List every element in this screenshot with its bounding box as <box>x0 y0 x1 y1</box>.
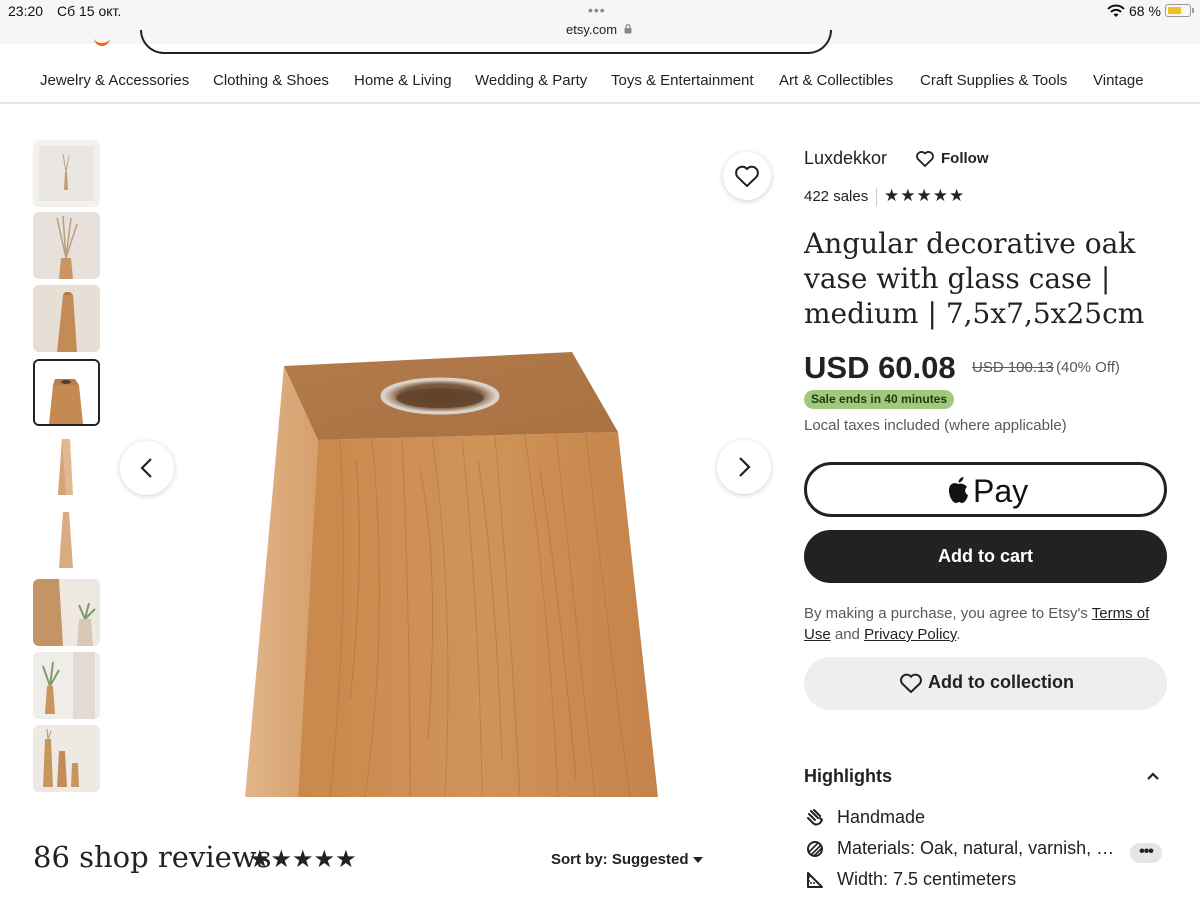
thumbnail-4-selected[interactable] <box>33 359 100 426</box>
shop-reviews-heading: 86 shop reviews <box>33 840 272 874</box>
heart-icon <box>735 165 759 187</box>
apple-logo-icon <box>949 477 968 503</box>
legal-and: and <box>834 626 860 643</box>
chevron-left-icon <box>140 458 152 478</box>
sale-price: USD 60.08 <box>804 350 956 385</box>
divider <box>876 188 877 206</box>
follow-label: Follow <box>941 150 989 167</box>
battery-tip <box>1192 8 1194 13</box>
category-home[interactable]: Home & Living <box>354 72 452 89</box>
chevron-up-icon[interactable] <box>1145 770 1161 782</box>
hand-icon <box>807 809 824 826</box>
apple-pay-button[interactable]: Pay <box>804 462 1167 517</box>
favorite-button[interactable] <box>723 152 771 200</box>
previous-image-button[interactable] <box>120 441 174 495</box>
taxes-note: Local taxes included (where applicable) <box>804 417 1067 434</box>
shop-name-link[interactable]: Luxdekkor <box>804 148 887 169</box>
wifi-icon <box>1107 4 1125 17</box>
category-art[interactable]: Art & Collectibles <box>779 72 893 89</box>
apple-pay-label: Pay <box>973 473 1029 509</box>
category-vintage[interactable]: Vintage <box>1093 72 1144 89</box>
etsy-logo-remnant[interactable] <box>94 34 110 46</box>
thumbnail-1[interactable] <box>33 140 100 207</box>
main-product-image[interactable] <box>110 140 790 800</box>
thumbnail-image <box>33 579 100 646</box>
highlight-width: Width: 7.5 centimeters <box>804 869 1174 893</box>
chevron-right-icon <box>739 457 751 477</box>
privacy-policy-link[interactable]: Privacy Policy <box>864 626 956 643</box>
highlight-handmade: Handmade <box>804 807 1174 831</box>
more-materials-button[interactable]: ••• <box>1130 843 1162 863</box>
thumbnail-9[interactable] <box>33 725 100 792</box>
category-clothing[interactable]: Clothing & Shoes <box>213 72 329 89</box>
category-toys[interactable]: Toys & Entertainment <box>611 72 754 89</box>
thumbnail-image <box>59 512 73 568</box>
reviews-rating-stars: ★★★★★ <box>249 846 357 873</box>
thumbnail-image <box>35 361 98 424</box>
highlight-text: Materials: Oak, natural, varnish, … <box>837 838 1115 858</box>
category-nav: Jewelry & Accessories Clothing & Shoes H… <box>0 58 1200 104</box>
caret-down-icon[interactable] <box>692 856 704 864</box>
next-image-button[interactable] <box>717 440 771 494</box>
battery-icon <box>1165 4 1191 17</box>
highlight-materials: Materials: Oak, natural, varnish, … <box>804 838 1174 862</box>
add-to-collection-label: Add to collection <box>928 672 1074 692</box>
original-price: USD 100.13 <box>972 359 1054 376</box>
discount-percent: (40% Off) <box>1056 359 1120 376</box>
sort-reviews-dropdown[interactable]: Sort by: Suggested <box>551 851 689 868</box>
thumbnail-6[interactable] <box>33 506 100 573</box>
highlight-text: Handmade <box>837 807 926 827</box>
status-date: Сб 15 окт. <box>57 3 122 19</box>
category-jewelry[interactable]: Jewelry & Accessories <box>40 72 189 89</box>
add-to-cart-button[interactable]: Add to cart <box>804 530 1167 583</box>
search-bar[interactable] <box>140 30 832 54</box>
highlights-heading[interactable]: Highlights <box>804 766 892 787</box>
sale-ends-badge: Sale ends in 40 minutes <box>804 390 955 409</box>
legal-suffix: . <box>956 626 961 643</box>
thumbnail-7[interactable] <box>33 579 100 646</box>
product-title: Angular decorative oak vase with glass c… <box>804 227 1145 330</box>
ruler-icon <box>807 872 823 888</box>
thumbnail-image <box>33 285 100 352</box>
legal-prefix: By making a purchase, you agree to Etsy'… <box>804 605 1088 622</box>
thumbnail-image <box>33 652 100 719</box>
battery-percent: 68 % <box>1129 3 1161 19</box>
shop-rating-stars[interactable]: ★★★★★ <box>884 186 965 206</box>
tab-options-icon[interactable]: ••• <box>588 2 606 18</box>
thumbnail-2[interactable] <box>33 212 100 279</box>
purchase-legal-text: By making a purchase, you agree to Etsy'… <box>804 603 1174 645</box>
materials-icon <box>807 841 823 857</box>
shop-sales-count: 422 sales <box>804 188 869 205</box>
thumbnail-image <box>58 439 73 495</box>
add-to-collection-button[interactable]: Add to collection <box>804 657 1167 710</box>
thumbnail-5[interactable] <box>33 433 100 500</box>
status-time: 23:20 <box>8 3 44 19</box>
battery-level <box>1167 6 1182 14</box>
category-craft[interactable]: Craft Supplies & Tools <box>920 72 1067 89</box>
category-wedding[interactable]: Wedding & Party <box>475 72 587 89</box>
oak-vase-photo <box>245 352 658 798</box>
thumbnail-8[interactable] <box>33 652 100 719</box>
highlight-text: Width: 7.5 centimeters <box>837 869 1017 889</box>
thumbnail-3[interactable] <box>33 285 100 352</box>
heart-icon <box>916 151 934 167</box>
thumbnail-image <box>33 725 100 792</box>
heart-icon <box>900 673 922 693</box>
thumbnail-image <box>33 212 100 279</box>
thumbnail-image <box>39 146 94 201</box>
